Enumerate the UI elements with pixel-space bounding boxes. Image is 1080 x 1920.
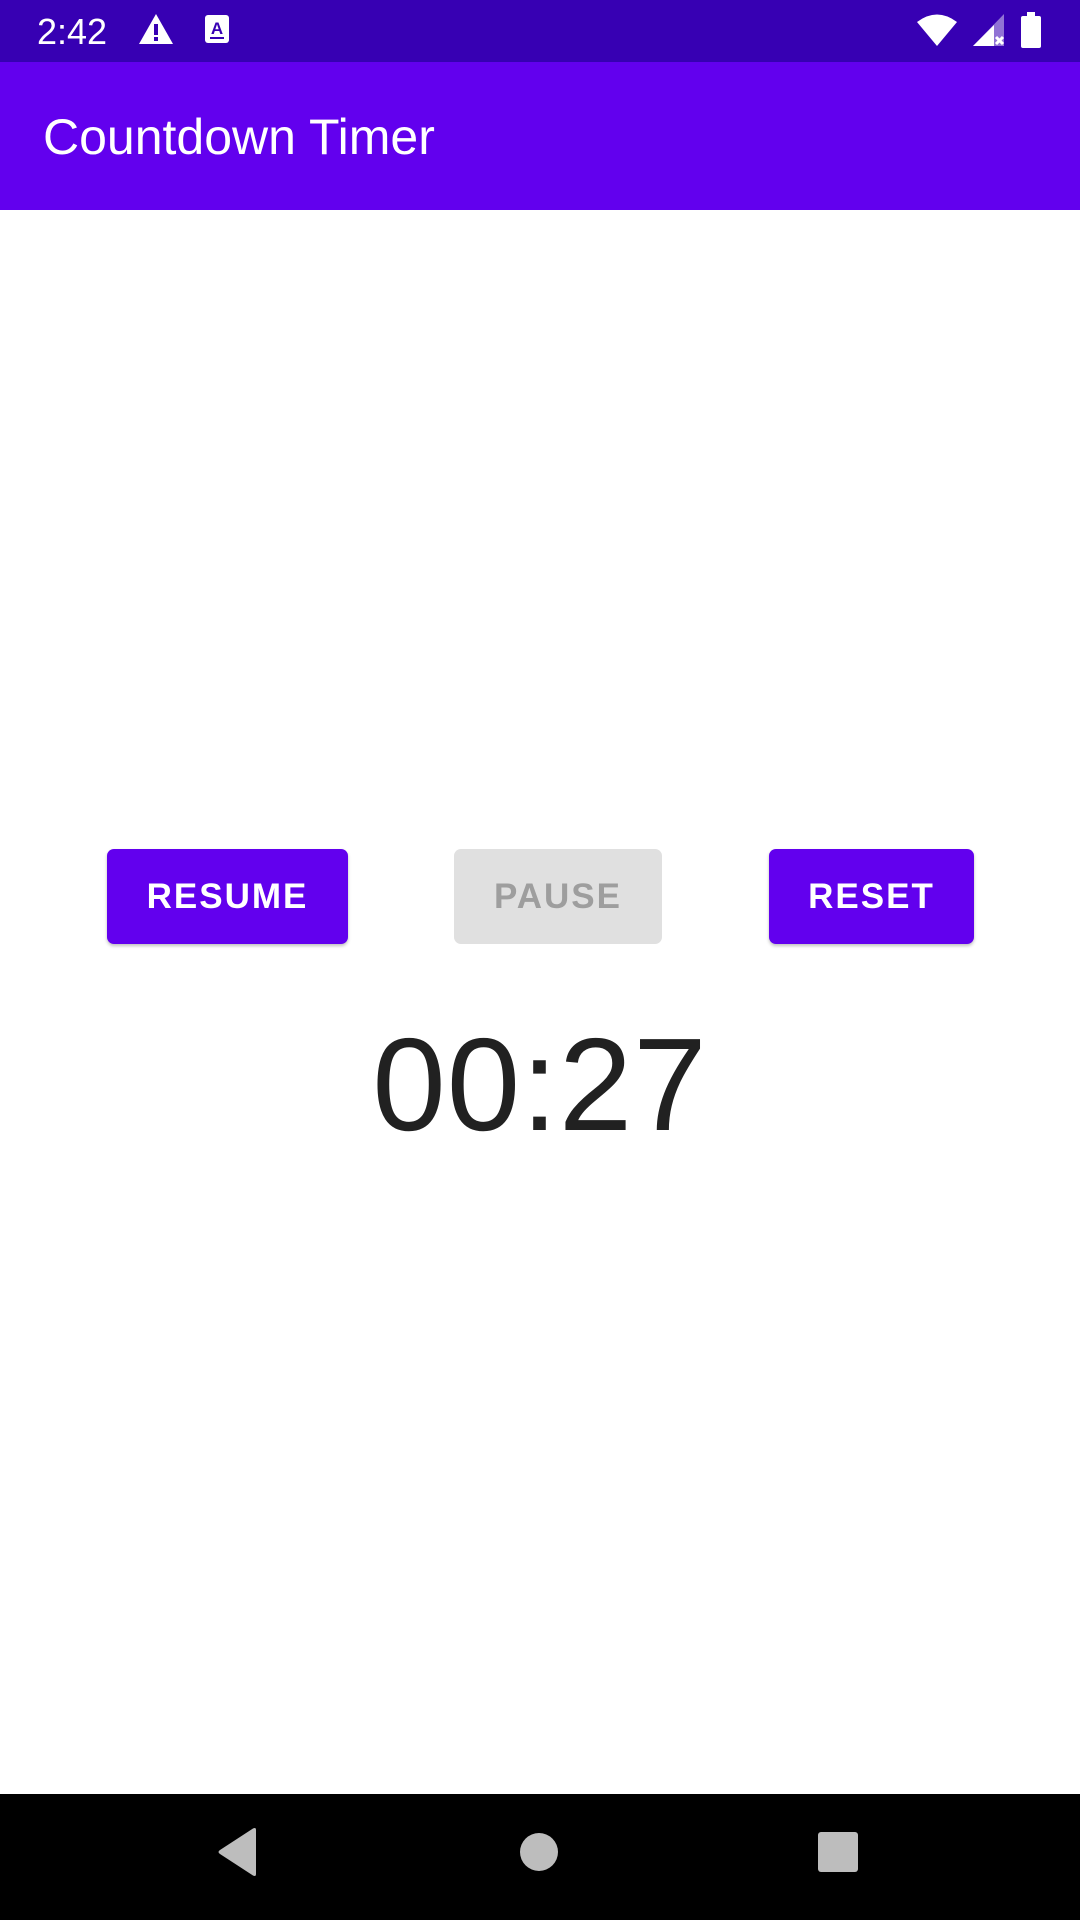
- countdown-display: 00:27: [372, 1011, 708, 1158]
- app-title: Countdown Timer: [43, 109, 435, 165]
- status-time: 2:42: [37, 11, 108, 52]
- text-a-icon: A: [204, 14, 230, 44]
- svg-text:A: A: [211, 19, 223, 38]
- status-system-icons: [916, 12, 1042, 48]
- home-icon[interactable]: [518, 1827, 560, 1882]
- resume-button[interactable]: RESUME: [107, 849, 348, 944]
- status-bar: 2:42 A: [0, 0, 1080, 62]
- app-bar: Countdown Timer: [0, 62, 1080, 210]
- pause-button: PAUSE: [454, 849, 662, 944]
- signal-icon: [972, 13, 1006, 47]
- back-icon[interactable]: [216, 1827, 260, 1882]
- navigation-bar: [0, 1794, 1080, 1920]
- timer-screen: RESUME PAUSE RESET 00:27: [0, 210, 1080, 1794]
- warning-icon: [138, 13, 174, 45]
- status-notification-icons: A: [138, 13, 230, 45]
- battery-icon: [1020, 12, 1042, 48]
- recents-icon[interactable]: [817, 1827, 859, 1882]
- reset-button[interactable]: RESET: [769, 849, 974, 944]
- wifi-icon: [916, 13, 958, 47]
